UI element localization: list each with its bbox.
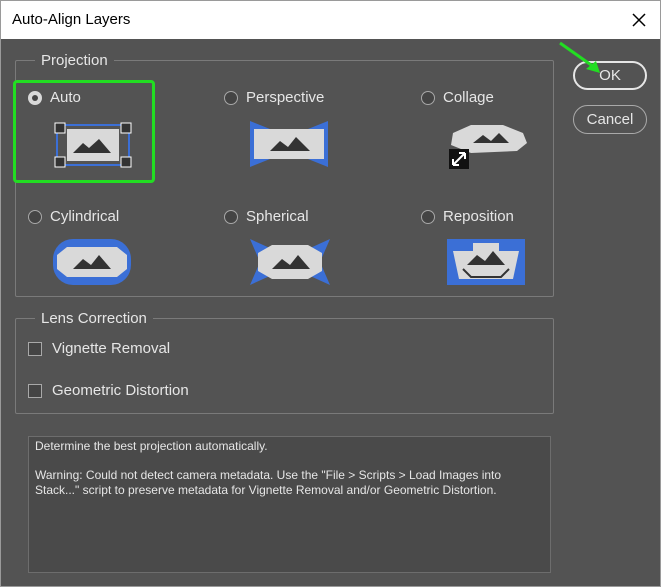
radio-label: Perspective [246, 89, 325, 106]
radio-spherical[interactable]: Spherical [224, 208, 309, 225]
warning-text: Warning: Could not detect camera metadat… [35, 468, 502, 497]
description-box: Determine the best projection automatica… [28, 436, 551, 573]
radio-cylindrical[interactable]: Cylindrical [28, 208, 119, 225]
vignette-removal-checkbox[interactable] [28, 341, 42, 356]
lens-correction-group [15, 318, 554, 414]
radio-label: Spherical [246, 208, 309, 225]
auto-align-dialog: Auto-Align Layers Projection Auto Perspe… [0, 0, 661, 587]
radio-label: Auto [50, 89, 81, 106]
close-icon [632, 13, 646, 27]
perspective-projection-icon[interactable] [250, 121, 328, 167]
vignette-removal-label: Vignette Removal [52, 340, 171, 357]
radio-button[interactable] [28, 209, 42, 224]
radio-button[interactable] [224, 209, 238, 224]
radio-reposition[interactable]: Reposition [421, 208, 514, 225]
geometric-distortion-checkbox-row[interactable]: Geometric Distortion [28, 382, 189, 399]
annotation-arrow-icon [559, 41, 600, 73]
collage-projection-icon[interactable] [447, 121, 529, 171]
cancel-button[interactable]: Cancel [573, 105, 647, 134]
projection-legend: Projection [35, 52, 114, 69]
radio-auto[interactable]: Auto [28, 89, 81, 106]
radio-button[interactable] [28, 90, 42, 105]
radio-label: Collage [443, 89, 494, 106]
radio-button[interactable] [421, 209, 435, 224]
title-bar: Auto-Align Layers [1, 1, 660, 39]
radio-collage[interactable]: Collage [421, 89, 494, 106]
radio-button[interactable] [224, 90, 238, 105]
radio-button[interactable] [421, 90, 435, 105]
vignette-removal-checkbox-row[interactable]: Vignette Removal [28, 340, 170, 357]
description-text: Determine the best projection automatica… [35, 439, 268, 453]
close-button[interactable] [621, 3, 657, 37]
geometric-distortion-label: Geometric Distortion [52, 382, 189, 399]
reposition-projection-icon[interactable] [447, 239, 525, 285]
auto-projection-icon[interactable] [53, 121, 133, 169]
geometric-distortion-checkbox[interactable] [28, 383, 42, 398]
radio-label: Cylindrical [50, 208, 120, 225]
lens-correction-legend: Lens Correction [35, 310, 153, 327]
cylindrical-projection-icon[interactable] [53, 239, 131, 285]
dialog-title: Auto-Align Layers [12, 11, 131, 28]
spherical-projection-icon[interactable] [250, 239, 330, 285]
radio-label: Reposition [443, 208, 514, 225]
radio-perspective[interactable]: Perspective [224, 89, 324, 106]
